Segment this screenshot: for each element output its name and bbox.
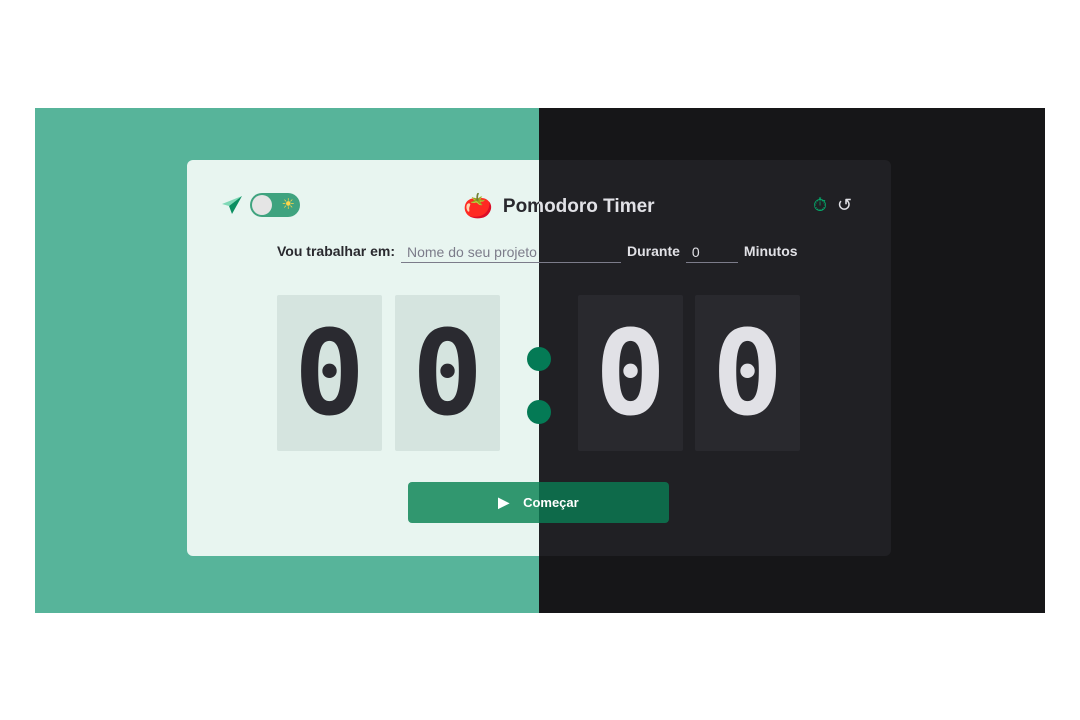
timer-card-light: ☀ 🍅 Pomodoro Timer Vou trabalhar em: Dur… [187,160,539,556]
tomato-icon: 🍅 [463,193,493,220]
switch-knob [252,195,272,215]
play-icon: ▶ [498,494,510,510]
app-header: 🍅 Pomodoro Timer [463,193,539,221]
project-name-input[interactable] [539,241,621,263]
sun-icon: ☀ [281,196,295,213]
minute-ones-digit: 0 [395,295,500,451]
start-button-label: Começar [523,495,539,510]
page-title-dark: Pomodoro Timer [539,196,655,217]
colon-dot-bottom [539,400,551,424]
task-form: Vou trabalhar em: Durante Minutos [277,241,539,263]
task-form-dark: Vou trabalhar em: Durante Minutos [539,241,798,263]
duration-label: Durante [627,243,680,259]
minutes-input[interactable] [685,241,738,263]
minute-tens-digit: 0 [277,295,382,451]
task-label: Vou trabalhar em: [277,243,395,259]
colon-dot-top [539,347,551,371]
app-stage: ☀ 🍅 Pomodoro Timer Vou trabalhar em: Dur… [35,108,1045,613]
paper-plane-icon [222,196,242,214]
start-button[interactable]: ▶ Começar [408,482,539,523]
second-ones-digit: 0 [695,295,800,451]
colon-dot-top [527,347,539,371]
page-title: Pomodoro Timer [502,196,539,217]
timer-icon[interactable]: ⏱ [813,195,827,215]
theme-switch[interactable]: ☀ [250,193,300,217]
project-name-input[interactable] [401,241,539,263]
second-tens-digit: 0 [578,295,683,451]
colon-dot-bottom [527,400,539,424]
start-button[interactable]: ▶ Começar [539,482,669,523]
nav-icons: ⏱ ↺ [813,195,852,215]
timer-card-dark: 🍅 Pomodoro Timer ⏱ ↺ Vou trabalhar em: D… [539,160,891,556]
app-header-dark: 🍅 Pomodoro Timer [539,193,655,221]
theme-toggle-group: ☀ [220,193,300,217]
history-icon[interactable]: ↺ [837,195,852,215]
minutes-label: Minutos [743,243,798,259]
start-button-label: Começar [539,495,579,510]
